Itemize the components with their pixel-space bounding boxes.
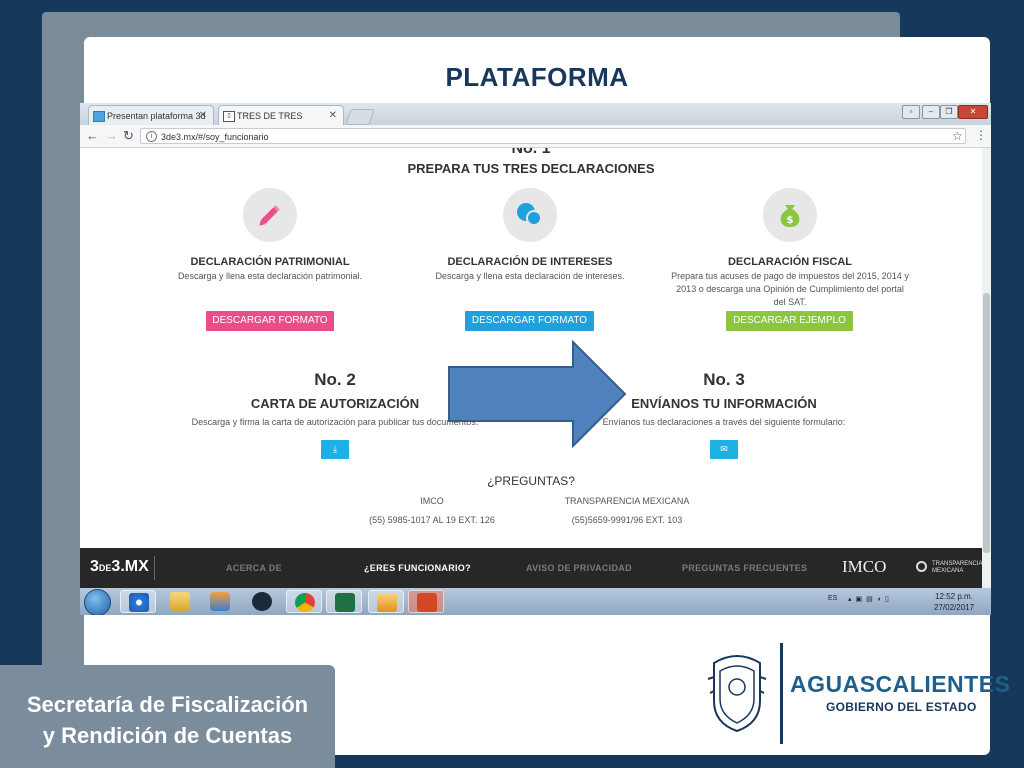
faq-heading: ¿PREGUNTAS? <box>487 474 575 488</box>
send-information-button[interactable]: ✉ <box>710 440 738 459</box>
new-tab-button[interactable] <box>345 109 375 125</box>
close-tab-icon[interactable]: ✕ <box>199 106 207 125</box>
contact-imco: IMCO (55) 5985-1017 AL 19 EXT. 126 <box>332 496 532 525</box>
footer-link-acerca[interactable]: ACERCA DE <box>226 563 282 573</box>
chat-bubbles-icon <box>503 188 557 242</box>
download-format-intereses-button[interactable]: DESCARGAR FORMATO <box>465 311 594 331</box>
close-tab-icon[interactable]: ✕ <box>329 106 337 125</box>
contact-phone: (55) 5985-1017 AL 19 EXT. 126 <box>369 515 495 525</box>
declaration-description: Descarga y llena esta declaración de int… <box>435 271 625 281</box>
gov-divider <box>780 643 783 744</box>
3de3-logo[interactable]: 3DE3.MX <box>90 558 149 576</box>
footer-link-preguntas[interactable]: PREGUNTAS FRECUENTES <box>682 563 807 573</box>
internet-explorer-icon[interactable] <box>120 590 156 613</box>
contact-phone: (55)5659-9991/96 EXT. 103 <box>571 515 683 525</box>
contact-org: TRANSPARENCIA MEXICANA <box>564 496 690 506</box>
bookmark-star-icon[interactable]: ☆ <box>952 129 963 143</box>
step1-heading: PREPARA TUS TRES DECLARACIONES <box>407 161 655 176</box>
department-banner: Secretaría de Fiscalización y Rendición … <box>0 665 335 768</box>
contact-org: IMCO <box>420 496 444 506</box>
page-favicon-icon: ▯ <box>223 111 235 122</box>
tab-label: TRES DE TRES <box>237 111 303 121</box>
windows-start-icon[interactable] <box>84 589 111 615</box>
close-window-button[interactable]: ✕ <box>958 105 988 119</box>
media-player-icon[interactable] <box>202 590 238 613</box>
department-name: Secretaría de Fiscalización y Rendición … <box>26 692 309 748</box>
minimize-button[interactable]: – <box>922 105 940 119</box>
hp-icon[interactable] <box>244 590 280 613</box>
declaration-title: DECLARACIÓN PATRIMONIAL <box>190 256 350 268</box>
footer-divider <box>154 556 155 580</box>
chrome-icon[interactable] <box>286 590 322 613</box>
money-bag-icon: $ <box>763 188 817 242</box>
declaration-patrimonial: DECLARACIÓN PATRIMONIAL Descarga y llena… <box>140 188 400 283</box>
declaration-intereses: DECLARACIÓN DE INTERESES Descarga y llen… <box>400 188 660 283</box>
browser-toolbar: ← → ↻ i 3de3.mx/#/soy_funcionario ☆ ⋮ <box>80 125 991 148</box>
pencil-icon <box>243 188 297 242</box>
reload-icon[interactable]: ↻ <box>123 128 134 144</box>
contact-transparencia: TRANSPARENCIA MEXICANA (55)5659-9991/96 … <box>542 496 712 525</box>
news-favicon-icon <box>93 111 105 122</box>
forward-arrow-icon[interactable]: → <box>105 128 118 144</box>
menu-kebab-icon[interactable]: ⋮ <box>975 128 987 142</box>
outlook-icon[interactable] <box>368 590 404 613</box>
footer-link-privacidad[interactable]: AVISO DE PRIVACIDAD <box>526 563 632 573</box>
user-profile-button[interactable]: ▫ <box>902 105 920 119</box>
page-scrollbar[interactable] <box>982 148 991 591</box>
download-format-patrimonial-button[interactable]: DESCARGAR FORMATO <box>206 311 334 331</box>
info-icon[interactable]: i <box>146 131 157 142</box>
declaration-title: DECLARACIÓN FISCAL <box>727 256 853 268</box>
windows-taskbar: ES ▴▣▤◖▯ 12:52 p.m. 27/02/2017 <box>80 588 991 615</box>
url-text: 3de3.mx/#/soy_funcionario <box>161 132 269 142</box>
ring-icon <box>916 561 927 572</box>
tab-label: Presentan plataforma 3d <box>107 111 206 121</box>
powerpoint-icon[interactable] <box>408 590 444 613</box>
declaration-description: Prepara tus acuses de pago de impuestos … <box>671 271 909 307</box>
download-icon: ⤓ <box>333 444 337 454</box>
gov-name: AGUASCALIENTES <box>790 671 1011 697</box>
transparencia-mexicana-logo[interactable]: TRANSPARENCIA MEXICANA <box>916 561 983 575</box>
tab-news[interactable]: Presentan plataforma 3d ✕ <box>88 105 214 125</box>
tray-icons[interactable]: ▴▣▤◖▯ <box>848 595 893 603</box>
declaration-description: Descarga y llena esta declaración patrim… <box>177 271 363 281</box>
taskbar-clock[interactable]: 12:52 p.m. 27/02/2017 <box>934 591 974 613</box>
imco-logo[interactable]: IMCO <box>842 557 886 577</box>
aguascalientes-seal-icon <box>707 655 767 733</box>
restore-button[interactable]: ❐ <box>940 105 958 119</box>
scroll-thumb[interactable] <box>983 293 990 553</box>
tab-strip: Presentan plataforma 3d ✕ ▯ TRES DE TRES… <box>80 103 991 125</box>
right-arrow-shape <box>448 340 627 448</box>
declaration-title: DECLARACIÓN DE INTERESES <box>447 256 613 268</box>
step1-number: No. 1 <box>511 148 551 157</box>
tab-tres-de-tres[interactable]: ▯ TRES DE TRES ✕ <box>218 105 344 125</box>
envelope-icon: ✉ <box>720 444 728 454</box>
file-explorer-icon[interactable] <box>162 590 198 613</box>
back-arrow-icon[interactable]: ← <box>86 128 99 144</box>
gov-subtitle: GOBIERNO DEL ESTADO <box>826 700 977 714</box>
address-bar[interactable]: i 3de3.mx/#/soy_funcionario <box>140 128 966 144</box>
svg-text:$: $ <box>787 215 794 226</box>
slide-title: PLATAFORMA <box>445 62 629 92</box>
download-letter-button[interactable]: ⤓ <box>321 440 349 459</box>
declaration-fiscal: $ DECLARACIÓN FISCAL Prepara tus acuses … <box>660 188 920 309</box>
site-footer: 3DE3.MX ACERCA DE ¿ERES FUNCIONARIO? AVI… <box>80 548 983 588</box>
download-example-fiscal-button[interactable]: DESCARGAR EJEMPLO <box>726 311 853 331</box>
tray-language[interactable]: ES <box>828 595 837 602</box>
footer-link-funcionario[interactable]: ¿ERES FUNCIONARIO? <box>364 563 471 573</box>
excel-icon[interactable] <box>326 590 362 613</box>
